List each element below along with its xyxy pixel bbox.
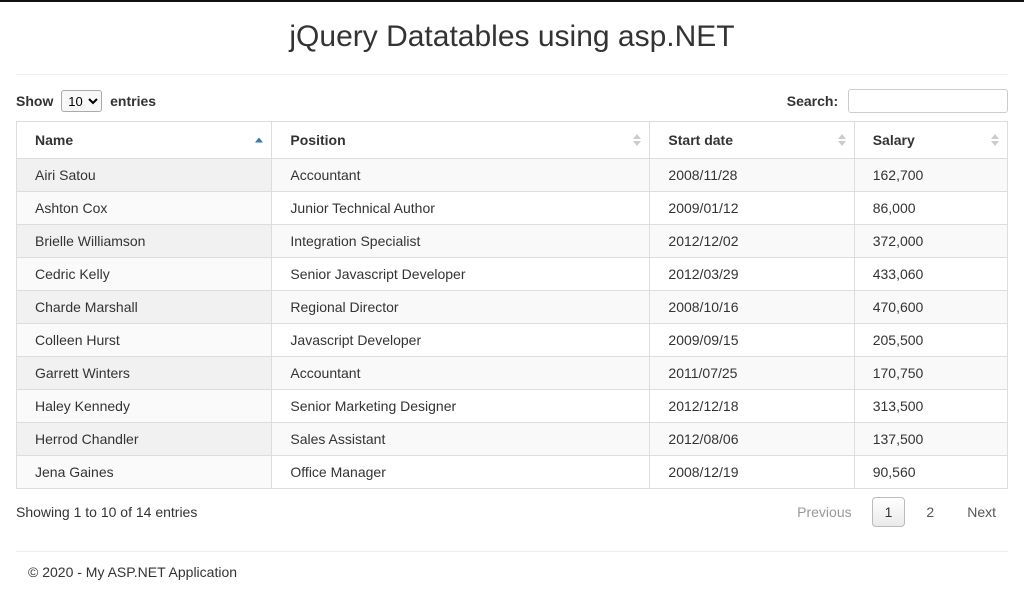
table-cell: Regional Director [272, 291, 650, 324]
table-row: Ashton CoxJunior Technical Author2009/01… [17, 192, 1008, 225]
table-cell: Senior Marketing Designer [272, 390, 650, 423]
table-row: Colleen HurstJavascript Developer2009/09… [17, 324, 1008, 357]
sort-asc-icon [255, 137, 263, 144]
table-cell: Garrett Winters [17, 357, 272, 390]
table-row: Haley KennedySenior Marketing Designer20… [17, 390, 1008, 423]
table-cell: 2008/12/19 [650, 456, 854, 489]
table-cell: 2009/09/15 [650, 324, 854, 357]
col-header-name[interactable]: Name [17, 122, 272, 159]
table-cell: Jena Gaines [17, 456, 272, 489]
search-control: Search: [787, 89, 1008, 113]
table-cell: Cedric Kelly [17, 258, 272, 291]
col-header-start-date[interactable]: Start date [650, 122, 854, 159]
table-cell: 433,060 [854, 258, 1007, 291]
page-button-1[interactable]: 1 [872, 497, 906, 527]
page-button-2[interactable]: 2 [913, 497, 947, 527]
table-cell: Integration Specialist [272, 225, 650, 258]
table-row: Charde MarshallRegional Director2008/10/… [17, 291, 1008, 324]
table-cell: 205,500 [854, 324, 1007, 357]
table-cell: Junior Technical Author [272, 192, 650, 225]
table-cell: 470,600 [854, 291, 1007, 324]
table-cell: Herrod Chandler [17, 423, 272, 456]
table-cell: 2009/01/12 [650, 192, 854, 225]
table-row: Jena GainesOffice Manager2008/12/1990,56… [17, 456, 1008, 489]
col-header-position[interactable]: Position [272, 122, 650, 159]
table-cell: Airi Satou [17, 159, 272, 192]
table-cell: Ashton Cox [17, 192, 272, 225]
table-cell: Colleen Hurst [17, 324, 272, 357]
col-header-label-name: Name [35, 132, 73, 148]
table-row: Cedric KellySenior Javascript Developer2… [17, 258, 1008, 291]
pagination: Previous 12 Next [785, 497, 1008, 527]
previous-button[interactable]: Previous [785, 498, 863, 526]
table-cell: 372,000 [854, 225, 1007, 258]
col-header-label-salary: Salary [873, 132, 915, 148]
page-title: jQuery Datatables using asp.NET [16, 20, 1008, 54]
table-row: Garrett WintersAccountant2011/07/25170,7… [17, 357, 1008, 390]
table-cell: 86,000 [854, 192, 1007, 225]
footer-text: © 2020 - My ASP.NET Application [16, 564, 1008, 598]
table-info: Showing 1 to 10 of 14 entries [16, 504, 197, 520]
table-cell: Javascript Developer [272, 324, 650, 357]
col-header-label-position: Position [290, 132, 345, 148]
table-row: Herrod ChandlerSales Assistant2012/08/06… [17, 423, 1008, 456]
table-cell: 313,500 [854, 390, 1007, 423]
header-row: Name Position Start date [17, 122, 1008, 159]
table-cell: 2008/10/16 [650, 291, 854, 324]
table-cell: Office Manager [272, 456, 650, 489]
sort-both-icon [991, 133, 999, 147]
table-cell: 90,560 [854, 456, 1007, 489]
sort-both-icon [838, 133, 846, 147]
search-input[interactable] [848, 89, 1008, 113]
col-header-label-start-date: Start date [668, 132, 733, 148]
table-cell: 2012/12/18 [650, 390, 854, 423]
table-cell: 2012/08/06 [650, 423, 854, 456]
table-cell: Senior Javascript Developer [272, 258, 650, 291]
table-cell: 2008/11/28 [650, 159, 854, 192]
entries-label: entries [110, 93, 156, 109]
length-control: Show 10 entries [16, 90, 156, 112]
table-cell: Charde Marshall [17, 291, 272, 324]
length-select[interactable]: 10 [61, 90, 102, 112]
table-cell: Haley Kennedy [17, 390, 272, 423]
table-cell: 162,700 [854, 159, 1007, 192]
table-cell: 2012/12/02 [650, 225, 854, 258]
table-cell: Accountant [272, 357, 650, 390]
col-header-salary[interactable]: Salary [854, 122, 1007, 159]
table-cell: 2011/07/25 [650, 357, 854, 390]
search-label: Search: [787, 93, 838, 109]
table-cell: Brielle Williamson [17, 225, 272, 258]
table-cell: 137,500 [854, 423, 1007, 456]
next-button[interactable]: Next [955, 498, 1008, 526]
table-cell: Sales Assistant [272, 423, 650, 456]
table-row: Brielle WilliamsonIntegration Specialist… [17, 225, 1008, 258]
table-cell: Accountant [272, 159, 650, 192]
show-label: Show [16, 93, 53, 109]
table-row: Airi SatouAccountant2008/11/28162,700 [17, 159, 1008, 192]
sort-both-icon [633, 133, 641, 147]
data-table: Name Position Start date [16, 121, 1008, 489]
table-cell: 170,750 [854, 357, 1007, 390]
table-cell: 2012/03/29 [650, 258, 854, 291]
